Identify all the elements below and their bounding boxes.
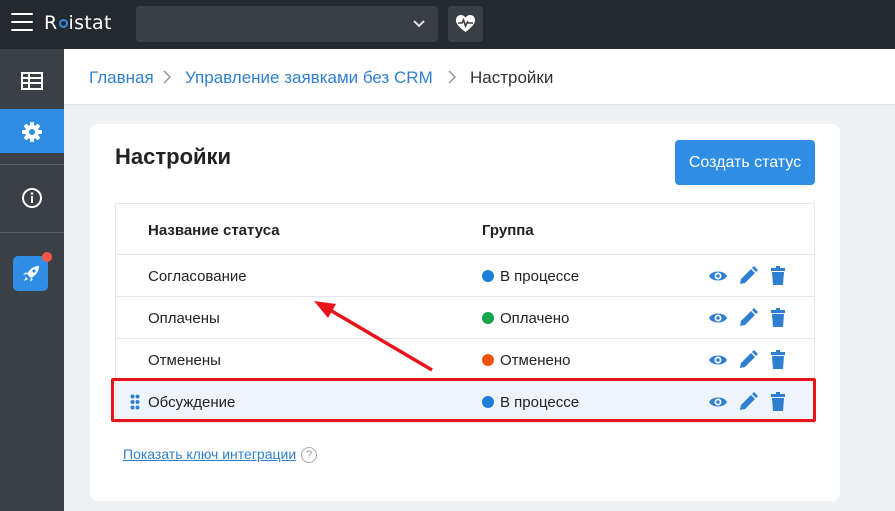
menu-icon[interactable] (11, 13, 33, 31)
settings-card: Настройки Создать статус Название статус… (90, 124, 840, 501)
create-status-button[interactable]: Создать статус (675, 140, 815, 185)
table-row[interactable]: Обсуждение В процессе (116, 381, 814, 423)
column-header-name: Название статуса (148, 222, 280, 239)
sidebar-item-table[interactable] (0, 59, 64, 103)
group-dot (482, 270, 494, 282)
eye-icon[interactable] (708, 308, 728, 328)
chevron-down-icon (413, 20, 425, 28)
sidebar-divider (0, 164, 64, 165)
drag-handle-icon[interactable] (130, 394, 140, 410)
eye-icon[interactable] (708, 392, 728, 412)
eye-icon[interactable] (708, 350, 728, 370)
rocket-icon (23, 266, 39, 282)
show-integration-key-link[interactable]: Показать ключ интеграции (123, 446, 296, 462)
trash-icon[interactable] (768, 308, 788, 328)
pencil-icon[interactable] (738, 350, 758, 370)
top-bar: Ristat (0, 0, 895, 49)
breadcrumb-current: Настройки (470, 68, 554, 87)
group-dot (482, 354, 494, 366)
status-name: Оплачены (148, 310, 220, 327)
trash-icon[interactable] (768, 266, 788, 286)
chevron-right-icon (448, 70, 457, 84)
status-name: Обсуждение (148, 394, 236, 411)
trash-icon[interactable] (768, 392, 788, 412)
row-actions (708, 392, 792, 412)
table-icon (21, 72, 43, 90)
info-icon (22, 188, 42, 208)
logo[interactable]: Ristat (44, 12, 112, 34)
pencil-icon[interactable] (738, 266, 758, 286)
group-dot (482, 396, 494, 408)
column-header-group: Группа (482, 222, 534, 239)
sidebar-item-settings[interactable] (0, 109, 64, 153)
row-actions (708, 350, 792, 370)
status-table: Название статуса Группа Согласование В п… (115, 203, 815, 423)
table-row[interactable]: Оплачены Оплачено (116, 297, 814, 339)
notification-badge (42, 252, 52, 262)
breadcrumb-home[interactable]: Главная (89, 68, 154, 88)
help-icon[interactable]: ? (301, 447, 317, 463)
status-group: В процессе (482, 268, 579, 285)
status-name: Отменены (148, 352, 221, 369)
status-group: В процессе (482, 394, 579, 411)
status-name: Согласование (148, 268, 247, 285)
sidebar-divider (0, 232, 64, 233)
sidebar-item-info[interactable] (0, 175, 64, 219)
trash-icon[interactable] (768, 350, 788, 370)
heart-pulse-icon (456, 15, 475, 32)
row-actions (708, 266, 792, 286)
status-group: Отменено (482, 352, 570, 369)
chevron-right-icon (163, 70, 172, 84)
status-group: Оплачено (482, 310, 569, 327)
project-select[interactable] (136, 6, 438, 42)
health-button[interactable] (448, 6, 483, 42)
pencil-icon[interactable] (738, 392, 758, 412)
table-row[interactable]: Согласование В процессе (116, 255, 814, 297)
gear-icon (22, 122, 42, 142)
row-actions (708, 308, 792, 328)
eye-icon[interactable] (708, 266, 728, 286)
group-dot (482, 312, 494, 324)
breadcrumb: Главная Управление заявками без CRM Наст… (64, 49, 895, 105)
breadcrumb-section[interactable]: Управление заявками без CRM (185, 68, 433, 88)
page-title: Настройки (115, 144, 232, 169)
table-header: Название статуса Группа (116, 204, 814, 255)
sidebar-item-launch[interactable] (13, 252, 52, 291)
table-row[interactable]: Отменены Отменено (116, 339, 814, 381)
sidebar (0, 49, 64, 511)
pencil-icon[interactable] (738, 308, 758, 328)
